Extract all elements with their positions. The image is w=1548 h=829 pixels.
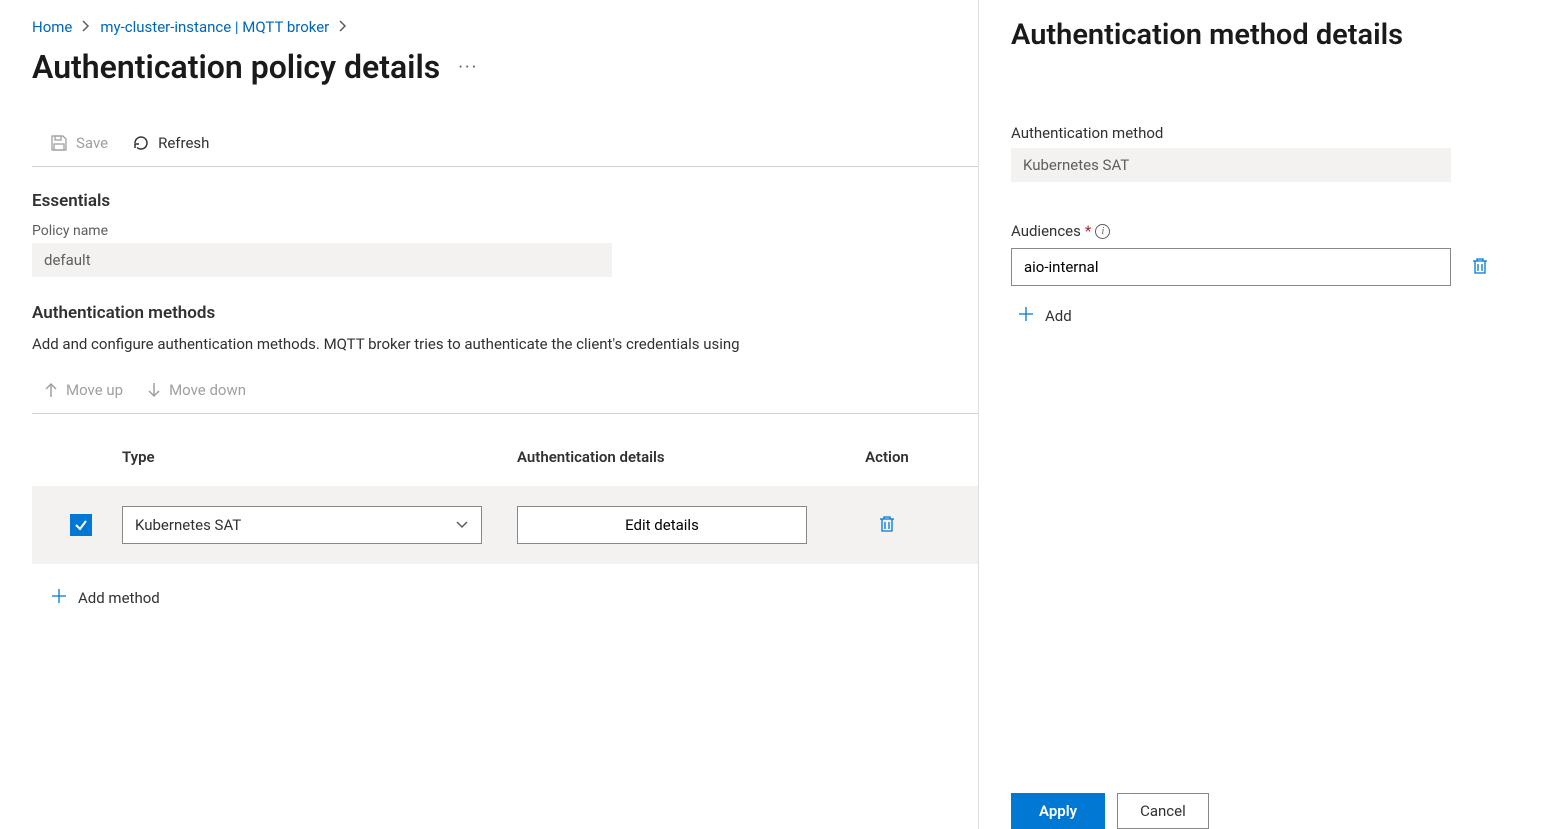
method-value: Kubernetes SAT bbox=[1011, 148, 1451, 182]
row-checkbox[interactable] bbox=[70, 514, 92, 536]
trash-icon bbox=[1471, 256, 1489, 276]
table-header: Type Authentication details Action bbox=[32, 438, 978, 486]
move-up-button[interactable]: Move up bbox=[44, 381, 123, 399]
methods-description: Add and configure authentication methods… bbox=[32, 335, 978, 353]
edit-details-button[interactable]: Edit details bbox=[517, 506, 807, 544]
side-panel-footer: Apply Cancel bbox=[1011, 793, 1209, 829]
move-up-label: Move up bbox=[66, 381, 123, 399]
info-icon[interactable]: i bbox=[1095, 224, 1110, 239]
col-type: Type bbox=[122, 448, 517, 466]
save-label: Save bbox=[76, 134, 108, 152]
delete-row-button[interactable] bbox=[872, 508, 902, 543]
chevron-right-icon bbox=[82, 18, 90, 36]
breadcrumb-home[interactable]: Home bbox=[32, 18, 72, 36]
methods-heading: Authentication methods bbox=[32, 303, 978, 323]
audiences-label: Audiences bbox=[1011, 222, 1081, 240]
plus-icon bbox=[1017, 304, 1035, 328]
arrow-down-icon bbox=[147, 382, 161, 398]
page-title: Authentication policy details bbox=[32, 48, 440, 86]
policy-name-value: default bbox=[32, 243, 612, 277]
more-menu-icon[interactable]: ··· bbox=[458, 57, 478, 78]
type-dropdown-value: Kubernetes SAT bbox=[135, 516, 241, 534]
add-audience-button[interactable]: Add bbox=[1011, 304, 1510, 328]
chevron-right-icon bbox=[339, 18, 347, 36]
policy-name-label: Policy name bbox=[32, 223, 978, 239]
method-label: Authentication method bbox=[1011, 124, 1510, 142]
delete-audience-button[interactable] bbox=[1465, 250, 1495, 285]
chevron-down-icon bbox=[455, 520, 469, 530]
breadcrumb: Home my-cluster-instance | MQTT broker bbox=[32, 18, 978, 36]
add-method-label: Add method bbox=[78, 589, 160, 607]
toolbar: Save Refresh bbox=[32, 134, 978, 167]
cancel-button[interactable]: Cancel bbox=[1117, 793, 1209, 829]
refresh-icon bbox=[132, 134, 150, 152]
type-dropdown[interactable]: Kubernetes SAT bbox=[122, 506, 482, 544]
save-button[interactable]: Save bbox=[50, 134, 108, 152]
audiences-label-row: Audiences * i bbox=[1011, 222, 1510, 240]
col-action: Action bbox=[837, 448, 937, 466]
apply-button[interactable]: Apply bbox=[1011, 793, 1105, 829]
col-details: Authentication details bbox=[517, 448, 837, 466]
refresh-button[interactable]: Refresh bbox=[132, 134, 209, 152]
move-down-label: Move down bbox=[169, 381, 246, 399]
methods-table: Type Authentication details Action Kuber… bbox=[32, 438, 978, 564]
add-method-button[interactable]: Add method bbox=[32, 564, 978, 610]
move-down-button[interactable]: Move down bbox=[147, 381, 246, 399]
side-panel-title: Authentication method details bbox=[1011, 18, 1510, 52]
add-audience-label: Add bbox=[1045, 307, 1072, 325]
side-panel: Authentication method details Authentica… bbox=[978, 0, 1548, 829]
breadcrumb-cluster[interactable]: my-cluster-instance | MQTT broker bbox=[100, 18, 329, 36]
trash-icon bbox=[878, 514, 896, 534]
audience-row bbox=[1011, 248, 1510, 286]
essentials-section: Essentials Policy name default Authentic… bbox=[32, 167, 978, 610]
main-panel: Home my-cluster-instance | MQTT broker A… bbox=[0, 0, 978, 829]
required-star: * bbox=[1085, 222, 1091, 240]
plus-icon bbox=[50, 586, 68, 610]
refresh-label: Refresh bbox=[158, 134, 209, 152]
arrow-up-icon bbox=[44, 382, 58, 398]
table-row: Kubernetes SAT Edit details bbox=[32, 486, 978, 564]
essentials-heading: Essentials bbox=[32, 191, 978, 211]
save-icon bbox=[50, 134, 68, 152]
audience-input[interactable] bbox=[1011, 248, 1451, 286]
